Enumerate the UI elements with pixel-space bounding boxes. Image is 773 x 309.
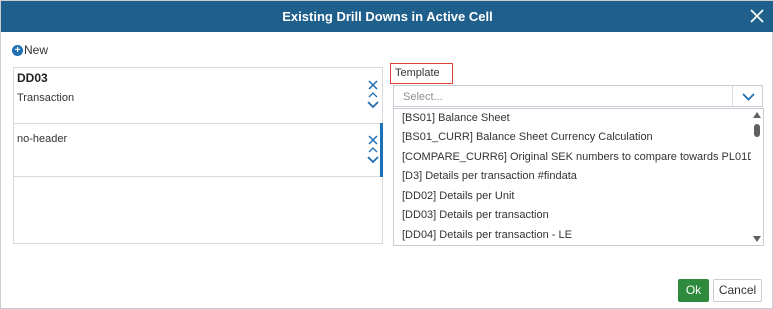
drilldown-name: DD03: [17, 71, 48, 85]
ok-button[interactable]: Ok: [678, 279, 709, 302]
drilldown-list: DD03 Transaction no-header: [13, 67, 383, 244]
template-placeholder: Select...: [403, 91, 443, 103]
template-option[interactable]: [D3] Details per transaction #findata: [402, 170, 754, 188]
drilldown-type: Transaction: [17, 92, 75, 104]
new-drilldown-button[interactable]: + New: [12, 42, 48, 58]
template-option[interactable]: [DD02] Details per Unit: [402, 190, 754, 208]
drilldown-item[interactable]: no-header: [14, 123, 383, 177]
drilldown-header: no-header: [17, 133, 68, 145]
close-icon[interactable]: [748, 7, 766, 25]
selected-indicator: [380, 123, 383, 177]
new-label: New: [24, 43, 49, 57]
x-icon[interactable]: [367, 135, 379, 145]
template-option[interactable]: [DD04] Details per transaction - LE: [402, 229, 754, 245]
template-label: Template: [390, 63, 453, 84]
chevron-down-icon[interactable]: [367, 99, 379, 109]
template-option[interactable]: [DD03] Details per transaction: [402, 209, 754, 227]
dialog-titlebar: Existing Drill Downs in Active Cell: [1, 1, 773, 32]
scroll-thumb[interactable]: [754, 124, 760, 137]
template-option-list[interactable]: [BS01] Balance Sheet [BS01_CURR] Balance…: [393, 108, 764, 246]
drilldown-item[interactable]: DD03 Transaction: [14, 68, 382, 114]
scroll-down-icon[interactable]: [753, 236, 761, 242]
plus-circle-icon: +: [12, 44, 23, 56]
template-select[interactable]: Select...: [393, 85, 763, 107]
template-option[interactable]: [BS01] Balance Sheet: [402, 112, 754, 130]
x-icon[interactable]: [367, 80, 379, 90]
scroll-up-icon[interactable]: [753, 112, 761, 118]
drilldown-dialog: Existing Drill Downs in Active Cell + Ne…: [0, 0, 773, 309]
template-option[interactable]: [COMPARE_CURR6] Original SEK numbers to …: [402, 151, 754, 169]
chevron-down-icon: [742, 93, 755, 101]
chevron-down-icon[interactable]: [367, 154, 379, 164]
dropdown-toggle[interactable]: [732, 86, 762, 106]
dialog-title: Existing Drill Downs in Active Cell: [282, 9, 493, 24]
template-option[interactable]: [BS01_CURR] Balance Sheet Currency Calcu…: [402, 131, 754, 149]
scrollbar[interactable]: [751, 109, 763, 245]
cancel-button[interactable]: Cancel: [713, 279, 762, 302]
